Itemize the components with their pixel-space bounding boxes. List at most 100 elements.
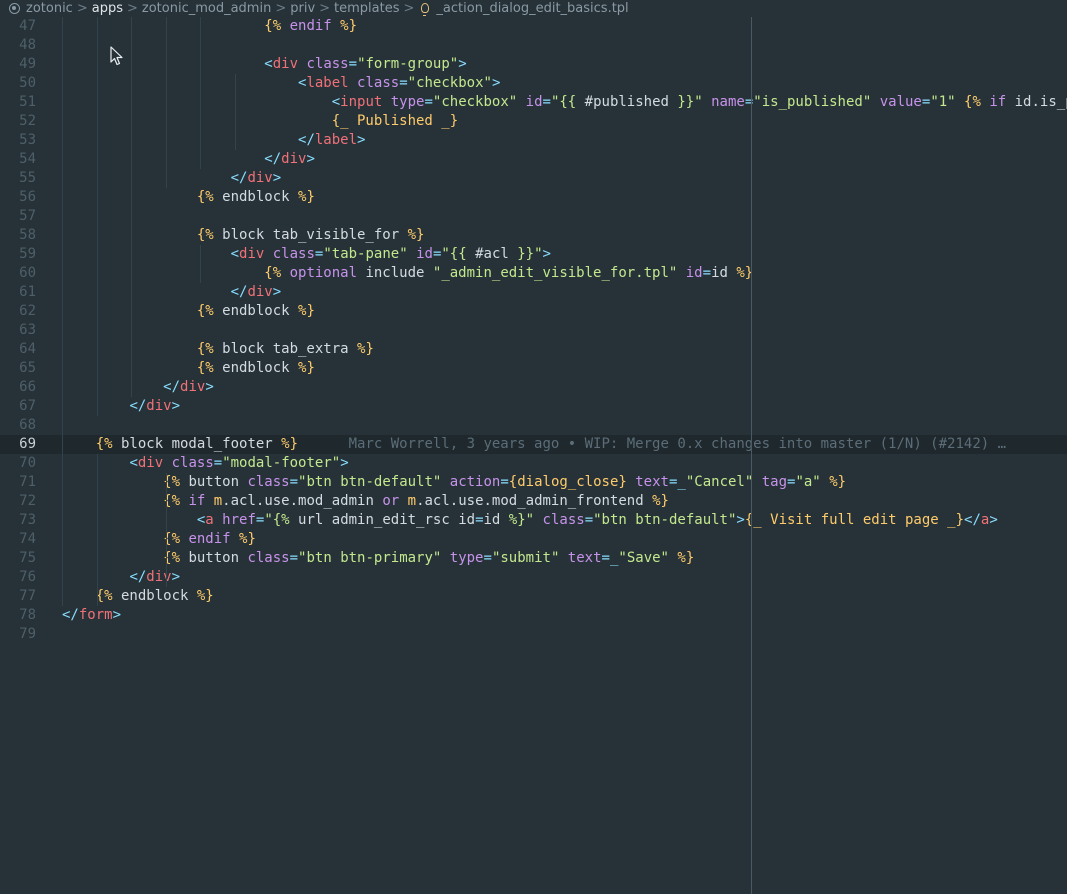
- code-line[interactable]: 63: [0, 321, 1067, 340]
- indent-guide: [62, 16, 63, 606]
- code-text: {% endblock %}: [95, 587, 214, 604]
- code-text: <a href="{% url admin_edit_rsc id=id %}"…: [196, 511, 998, 528]
- code-text: </div>: [264, 150, 315, 167]
- code-line[interactable]: 79: [0, 625, 1067, 644]
- code-line[interactable]: 57: [0, 207, 1067, 226]
- code-text: </div>: [230, 283, 282, 300]
- code-line[interactable]: 55 </div>: [0, 169, 1067, 188]
- line-number: 60: [19, 264, 36, 281]
- code-line[interactable]: 72 {% if m.acl.use.mod_admin or m.acl.us…: [0, 492, 1067, 511]
- indent-guide: [97, 16, 98, 416]
- line-number: 66: [19, 378, 36, 395]
- code-line[interactable]: 60 {% optional include "_admin_edit_visi…: [0, 264, 1067, 283]
- code-text: {% block modal_footer %} Marc Worrell, 3…: [95, 435, 1007, 452]
- line-number: 61: [19, 283, 36, 300]
- line-number: 78: [19, 606, 36, 623]
- indent-guide: [166, 16, 167, 188]
- code-line[interactable]: 67 </div>: [0, 397, 1067, 416]
- indent-guide: [235, 73, 236, 150]
- line-number: 56: [19, 188, 36, 205]
- code-editor[interactable]: 47 {% endif %} 48 49 <div class="form-grou…: [0, 17, 1067, 894]
- breadcrumb-separator: >: [275, 1, 287, 16]
- code-text: </form>: [62, 606, 122, 623]
- code-line[interactable]: 76 </div>: [0, 568, 1067, 587]
- breadcrumb-separator: >: [76, 1, 88, 16]
- code-line[interactable]: 75 {% button class="btn btn-primary" typ…: [0, 549, 1067, 568]
- line-number: 48: [19, 36, 36, 53]
- line-number: 65: [19, 359, 36, 376]
- mouse-pointer-icon: [110, 46, 123, 66]
- line-number: 63: [19, 321, 36, 338]
- code-text: {_ Published _}: [331, 112, 459, 129]
- code-text: {% endblock %}: [196, 188, 315, 205]
- line-number: 53: [19, 131, 36, 148]
- line-number: 52: [19, 112, 36, 129]
- line-number: 58: [19, 226, 36, 243]
- code-line[interactable]: 68: [0, 416, 1067, 435]
- code-text: {% button class="btn btn-default" action…: [163, 473, 847, 490]
- code-text: <div class="tab-pane" id="{{ #acl }}">: [230, 245, 551, 262]
- breadcrumb-item[interactable]: priv: [290, 1, 315, 16]
- code-line[interactable]: 48: [0, 36, 1067, 55]
- code-line[interactable]: 59 <div class="tab-pane" id="{{ #acl }}"…: [0, 245, 1067, 264]
- line-number: 47: [19, 17, 36, 34]
- line-number: 69: [19, 435, 36, 452]
- line-number: 75: [19, 549, 36, 566]
- code-line[interactable]: 66 </div>: [0, 378, 1067, 397]
- code-line[interactable]: 50 <label class="checkbox">: [0, 74, 1067, 93]
- code-line[interactable]: 56 {% endblock %}: [0, 188, 1067, 207]
- code-text: {% endblock %}: [196, 359, 315, 376]
- breadcrumb-item[interactable]: templates: [334, 1, 399, 16]
- code-line[interactable]: 53 </label>: [0, 131, 1067, 150]
- breadcrumb-separator: >: [126, 1, 138, 16]
- line-number: 76: [19, 568, 36, 585]
- code-line[interactable]: 73 <a href="{% url admin_edit_rsc id=id …: [0, 511, 1067, 530]
- lightbulb-icon: [421, 2, 430, 16]
- code-line[interactable]: 70 <div class="modal-footer">: [0, 454, 1067, 473]
- code-text: </div>: [230, 169, 282, 186]
- breadcrumb-separator: >: [319, 1, 331, 16]
- line-number: 59: [19, 245, 36, 262]
- code-text: {% endblock %}: [196, 302, 315, 319]
- breadcrumb-separator: >: [403, 1, 415, 16]
- breadcrumb-item[interactable]: apps: [92, 1, 123, 16]
- code-line[interactable]: 74 {% endif %}: [0, 530, 1067, 549]
- vertical-ruler: [751, 17, 752, 894]
- line-number: 57: [19, 207, 36, 224]
- line-number: 70: [19, 454, 36, 471]
- breadcrumb-item[interactable]: _action_dialog_edit_basics.tpl: [436, 1, 628, 16]
- line-number: 49: [19, 55, 36, 72]
- code-line[interactable]: 77 {% endblock %}: [0, 587, 1067, 606]
- code-line[interactable]: 62 {% endblock %}: [0, 302, 1067, 321]
- code-text: {% endif %}: [163, 530, 256, 547]
- line-number: 55: [19, 169, 36, 186]
- breadcrumb-item[interactable]: zotonic: [26, 1, 73, 16]
- line-number: 79: [19, 625, 36, 642]
- indent-guide: [200, 16, 201, 169]
- line-number: 54: [19, 150, 36, 167]
- line-number: 72: [19, 492, 36, 509]
- indent-guide: [97, 453, 98, 606]
- code-text: {% if m.acl.use.mod_admin or m.acl.use.m…: [163, 492, 669, 509]
- code-line[interactable]: 52 {_ Published _}: [0, 112, 1067, 131]
- code-line[interactable]: 61 </div>: [0, 283, 1067, 302]
- indent-guide: [131, 16, 132, 397]
- code-line[interactable]: 78 </form>: [0, 606, 1067, 625]
- line-number: 62: [19, 302, 36, 319]
- breadcrumb-item[interactable]: zotonic_mod_admin: [142, 1, 271, 16]
- code-text: </div>: [163, 378, 214, 395]
- code-text: </label>: [298, 131, 366, 148]
- code-line[interactable]: 65 {% endblock %}: [0, 359, 1067, 378]
- code-line[interactable]: 47 {% endif %}: [0, 17, 1067, 36]
- code-text: </div>: [129, 568, 181, 585]
- code-text: </div>: [129, 397, 181, 414]
- code-line[interactable]: 49 <div class="form-group">: [0, 55, 1067, 74]
- code-line[interactable]: 58 {% block tab_visible_for %}: [0, 226, 1067, 245]
- code-line[interactable]: 71 {% button class="btn btn-default" act…: [0, 473, 1067, 492]
- line-number: 68: [19, 416, 36, 433]
- line-number: 64: [19, 340, 36, 357]
- code-line[interactable]: 64 {% block tab_extra %}: [0, 340, 1067, 359]
- code-line[interactable]: 69 {% block modal_footer %} Marc Worrell…: [0, 434, 1067, 454]
- code-line[interactable]: 54 </div>: [0, 150, 1067, 169]
- code-line[interactable]: 51 <input type="checkbox" id="{{ #publis…: [0, 93, 1067, 112]
